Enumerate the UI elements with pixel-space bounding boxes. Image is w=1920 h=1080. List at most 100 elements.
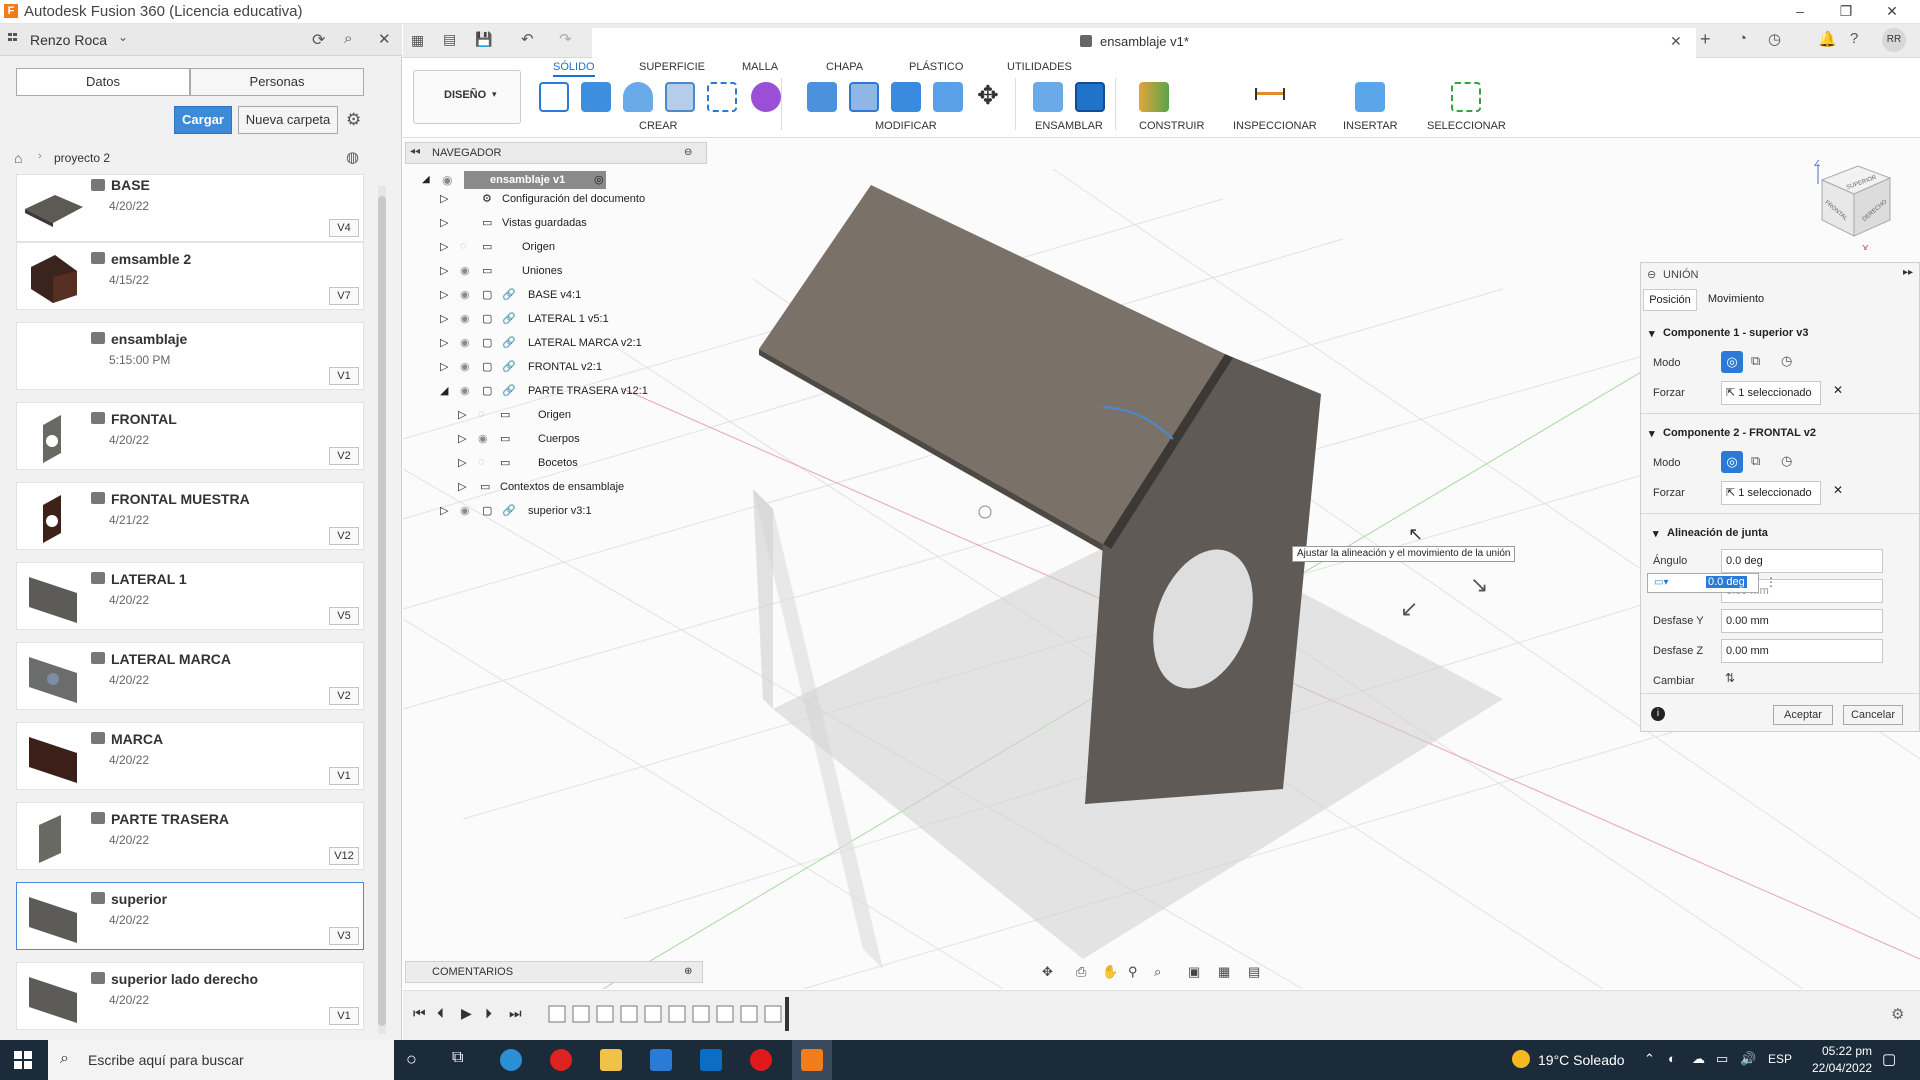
language-indicator[interactable]: ESP (1768, 1052, 1792, 1066)
play-icon[interactable]: ▶ (461, 1005, 472, 1022)
eye-hidden-icon[interactable]: ◌ (478, 456, 485, 468)
collapse-icon[interactable]: ▾ (1649, 327, 1655, 340)
expand-icon[interactable]: ▷ (440, 312, 448, 325)
file-card[interactable]: PARTE TRASERA 4/20/22 V12 (16, 802, 364, 870)
redo-icon[interactable]: ↷ (559, 30, 572, 48)
store-icon[interactable] (650, 1049, 672, 1071)
file-card[interactable]: FRONTAL 4/20/22 V2 (16, 402, 364, 470)
network-icon[interactable]: ▭ (1716, 1051, 1728, 1067)
fusion-taskbar-button[interactable] (792, 1040, 832, 1080)
eye-icon[interactable]: ◉ (478, 432, 488, 445)
ok-button[interactable]: Aceptar (1773, 705, 1833, 725)
pattern-icon[interactable] (707, 82, 737, 112)
eye-icon[interactable]: ◉ (442, 173, 452, 187)
create-sketch-icon[interactable] (539, 82, 569, 112)
tree-item[interactable]: ◢ ◉ ▢ 🔗 PARTE TRASERA v12:1 (440, 382, 720, 406)
pan-icon[interactable]: ✋ (1102, 964, 1118, 980)
between-mode-icon[interactable]: ⧉ (1751, 453, 1760, 469)
clock-time[interactable]: 05:22 pm (1822, 1044, 1872, 1058)
eye-icon[interactable]: ◉ (460, 336, 470, 349)
expand-icon[interactable]: ▷ (458, 408, 466, 421)
measure-icon[interactable] (1255, 88, 1285, 100)
offset-face-icon[interactable] (933, 82, 963, 112)
expand-icon[interactable]: ▷ (458, 480, 466, 493)
info-icon[interactable]: i (1651, 707, 1665, 721)
extrude-icon[interactable] (581, 82, 611, 112)
timeline-marker[interactable] (785, 997, 789, 1031)
eye-icon[interactable]: ◉ (460, 384, 470, 397)
timeline-settings-icon[interactable]: ⚙ (1891, 1005, 1904, 1023)
collapse-icon[interactable]: ▾ (1649, 427, 1655, 440)
version-badge[interactable]: V3 (329, 927, 359, 945)
file-card[interactable]: superior lado derecho 4/20/22 V1 (16, 962, 364, 1030)
tab-posicion[interactable]: Posición (1643, 289, 1697, 311)
search-icon[interactable]: ⌕ (344, 30, 352, 47)
version-badge[interactable]: V2 (329, 527, 359, 545)
select-box-icon[interactable] (1451, 82, 1481, 112)
look-at-icon[interactable]: ⎙ (1076, 964, 1086, 980)
version-badge[interactable]: V4 (329, 219, 359, 237)
scrollbar[interactable] (378, 186, 386, 1034)
collapse-icon[interactable]: ◢ (440, 384, 448, 397)
tree-item[interactable]: ▷ ◌ ▭ Origen (440, 238, 720, 262)
avatar[interactable]: RR (1882, 28, 1906, 52)
inline-angle-value[interactable]: 0.0 deg (1706, 576, 1747, 588)
select-field[interactable]: ⇱ 1 seleccionado (1721, 481, 1821, 505)
orbit-icon[interactable]: ✥ (1042, 964, 1053, 980)
minimize-icon[interactable]: – (1780, 0, 1820, 24)
tab-personas[interactable]: Personas (190, 68, 364, 96)
group-construir[interactable]: CONSTRUIR (1139, 120, 1204, 132)
tree-item[interactable]: ▷ ◉ ▢ 🔗 LATERAL 1 v5:1 (440, 310, 720, 334)
document-tab[interactable]: ensamblaje v1* ✕ (592, 28, 1696, 58)
expand-icon[interactable]: ▷ (440, 288, 448, 301)
expand-icon[interactable]: ▷ (440, 360, 448, 373)
windows-start-icon[interactable] (14, 1051, 32, 1069)
arrow-down-right-icon[interactable]: ↘ (1470, 572, 1488, 598)
file-card[interactable]: superior 4/20/22 V3 (16, 882, 364, 950)
zoom-icon[interactable]: ⚲ (1128, 964, 1138, 980)
construct-plane-icon[interactable] (1139, 82, 1169, 112)
tab-utilidades[interactable]: UTILIDADES (1007, 61, 1072, 73)
tab-malla[interactable]: MALLA (742, 61, 778, 73)
timeline-features[interactable] (545, 1003, 785, 1025)
user-name[interactable]: Renzo Roca (30, 32, 107, 48)
group-ensamblar[interactable]: ENSAMBLAR (1035, 120, 1103, 132)
version-badge[interactable]: V2 (329, 687, 359, 705)
tree-item[interactable]: ▷ ◉ ▭ Cuerpos (440, 430, 720, 454)
tree-item[interactable]: ▷ ◌ ▭ Origen (440, 406, 720, 430)
extensions-icon[interactable]: ◔ (1738, 30, 1747, 47)
eye-icon[interactable]: ◉ (460, 360, 470, 373)
collapse-icon[interactable]: ▾ (1653, 527, 1659, 540)
last-step-icon[interactable]: ⏭ (509, 1005, 522, 1022)
version-badge[interactable]: V12 (329, 847, 359, 865)
expand-icon[interactable]: ▷ (458, 456, 466, 469)
snap-mode-icon[interactable]: ◎ (1721, 451, 1743, 473)
mail-icon[interactable] (700, 1049, 722, 1071)
expand-icon[interactable]: ▷ (440, 192, 448, 205)
help-icon[interactable]: ? (1850, 30, 1858, 47)
press-pull-icon[interactable] (807, 82, 837, 112)
version-badge[interactable]: V1 (329, 1007, 359, 1025)
restore-icon[interactable]: ❐ (1826, 0, 1866, 24)
expand-icon[interactable]: ▷ (440, 216, 448, 229)
fillet-icon[interactable] (849, 82, 879, 112)
expand-icon[interactable]: ▷ (440, 240, 448, 253)
group-crear[interactable]: CREAR (639, 120, 678, 132)
cloud-icon[interactable]: ☁ (1692, 1051, 1705, 1067)
workspace-switcher[interactable]: DISEÑO ▾ (413, 70, 521, 124)
close-window-icon[interactable]: ✕ (1872, 0, 1912, 24)
expand-icon[interactable]: ◢ (422, 174, 430, 185)
undo-icon[interactable]: ↶ (521, 30, 534, 48)
upload-button[interactable]: Cargar (174, 106, 232, 134)
weather-text[interactable]: 19°C Soleado (1538, 1052, 1625, 1068)
display-settings-icon[interactable]: ▣ (1188, 964, 1200, 980)
navigator-header[interactable]: ◂◂ NAVEGADOR ⊖ (405, 142, 707, 164)
grid-settings-icon[interactable]: ▦ (1218, 964, 1230, 980)
tray-chevron-icon[interactable]: ⌃ (1644, 1051, 1655, 1067)
version-badge[interactable]: V2 (329, 447, 359, 465)
new-component-icon[interactable] (1033, 82, 1063, 112)
file-menu-icon[interactable]: ▤ (443, 31, 456, 48)
job-status-icon[interactable]: ◷ (1768, 30, 1781, 48)
eye-icon[interactable]: ◉ (460, 504, 470, 517)
navigator-pin-icon[interactable]: ⊖ (684, 147, 692, 158)
